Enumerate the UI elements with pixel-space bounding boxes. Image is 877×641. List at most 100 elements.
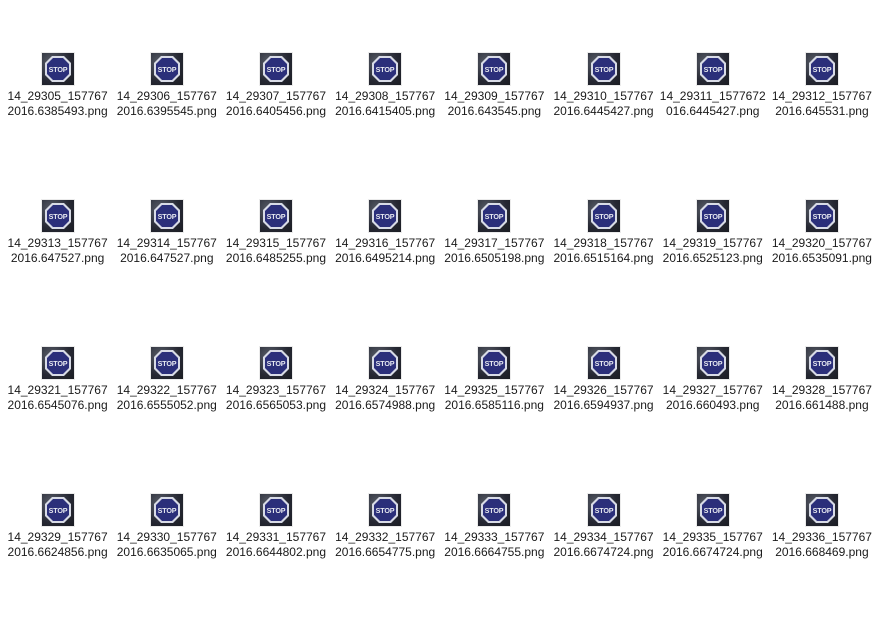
file-name-label: 14_29324_1577672016.6574988.png [335, 383, 436, 412]
file-name-label: 14_29314_1577672016.647527.png [116, 236, 217, 265]
stop-sign-thumbnail-icon[interactable]: STOP [369, 200, 402, 232]
file-name-label: 14_29316_1577672016.6495214.png [335, 236, 436, 265]
stop-sign-thumbnail-icon[interactable]: STOP [150, 53, 183, 85]
file-item[interactable]: STOP 14_29305_1577672016.6385493.png [3, 53, 112, 200]
svg-text:STOP: STOP [485, 359, 504, 368]
svg-text:STOP: STOP [703, 359, 722, 368]
stop-sign-thumbnail-icon[interactable]: STOP [805, 53, 838, 85]
file-name-label: 14_29319_1577672016.6525123.png [662, 236, 763, 265]
stop-sign-thumbnail-icon[interactable]: STOP [150, 347, 183, 379]
stop-sign-thumbnail-icon[interactable]: STOP [369, 494, 402, 526]
file-item[interactable]: STOP 14_29329_1577672016.6624856.png [3, 494, 112, 641]
stop-sign-thumbnail-icon[interactable]: STOP [587, 200, 620, 232]
file-item[interactable]: STOP 14_29336_1577672016.668469.png [767, 494, 876, 641]
stop-sign-thumbnail-icon[interactable]: STOP [369, 347, 402, 379]
file-item[interactable]: STOP 14_29317_1577672016.6505198.png [440, 200, 549, 347]
stop-sign-thumbnail-icon[interactable]: STOP [805, 347, 838, 379]
stop-sign-thumbnail-icon[interactable]: STOP [259, 200, 292, 232]
stop-sign-thumbnail-icon[interactable]: STOP [41, 53, 74, 85]
svg-text:STOP: STOP [485, 506, 504, 515]
file-name-label: 14_29310_1577672016.6445427.png [553, 89, 654, 118]
file-item[interactable]: STOP 14_29312_1577672016.645531.png [767, 53, 876, 200]
file-item[interactable]: STOP 14_29323_1577672016.6565053.png [221, 347, 330, 494]
stop-sign-thumbnail-icon[interactable]: STOP [696, 200, 729, 232]
stop-sign-thumbnail-icon[interactable]: STOP [150, 494, 183, 526]
file-item[interactable]: STOP 14_29315_1577672016.6485255.png [221, 200, 330, 347]
stop-sign-thumbnail-icon[interactable]: STOP [478, 494, 511, 526]
file-item[interactable]: STOP 14_29311_1577672016.6445427.png [658, 53, 767, 200]
file-item[interactable]: STOP 14_29319_1577672016.6525123.png [658, 200, 767, 347]
svg-text:STOP: STOP [594, 65, 613, 74]
file-item[interactable]: STOP 14_29309_1577672016.643545.png [440, 53, 549, 200]
stop-sign-thumbnail-icon[interactable]: STOP [259, 53, 292, 85]
stop-sign-thumbnail-icon[interactable]: STOP [41, 347, 74, 379]
stop-sign-thumbnail-icon[interactable]: STOP [478, 347, 511, 379]
file-name-label: 14_29305_1577672016.6385493.png [7, 89, 108, 118]
stop-sign-thumbnail-icon[interactable]: STOP [478, 200, 511, 232]
file-item[interactable]: STOP 14_29326_1577672016.6594937.png [549, 347, 658, 494]
file-name-label: 14_29336_1577672016.668469.png [771, 530, 872, 559]
svg-text:STOP: STOP [267, 65, 286, 74]
stop-sign-thumbnail-icon[interactable]: STOP [478, 53, 511, 85]
svg-text:STOP: STOP [48, 65, 67, 74]
svg-text:STOP: STOP [594, 506, 613, 515]
file-item[interactable]: STOP 14_29334_1577672016.6674724.png [549, 494, 658, 641]
file-name-label: 14_29326_1577672016.6594937.png [553, 383, 654, 412]
stop-sign-thumbnail-icon[interactable]: STOP [805, 494, 838, 526]
file-item[interactable]: STOP 14_29308_1577672016.6415405.png [331, 53, 440, 200]
svg-text:STOP: STOP [48, 212, 67, 221]
file-item[interactable]: STOP 14_29322_1577672016.6555052.png [112, 347, 221, 494]
file-item[interactable]: STOP 14_29307_1577672016.6405456.png [221, 53, 330, 200]
file-item[interactable]: STOP 14_29314_1577672016.647527.png [112, 200, 221, 347]
file-name-label: 14_29333_1577672016.6664755.png [444, 530, 545, 559]
file-name-label: 14_29311_1577672016.6445427.png [659, 89, 766, 118]
file-name-label: 14_29308_1577672016.6415405.png [335, 89, 436, 118]
file-name-label: 14_29322_1577672016.6555052.png [116, 383, 217, 412]
svg-text:STOP: STOP [703, 506, 722, 515]
file-item[interactable]: STOP 14_29325_1577672016.6585116.png [440, 347, 549, 494]
file-item[interactable]: STOP 14_29328_1577672016.661488.png [767, 347, 876, 494]
file-item[interactable]: STOP 14_29324_1577672016.6574988.png [331, 347, 440, 494]
stop-sign-thumbnail-icon[interactable]: STOP [696, 53, 729, 85]
svg-text:STOP: STOP [267, 359, 286, 368]
file-item[interactable]: STOP 14_29327_1577672016.660493.png [658, 347, 767, 494]
file-item[interactable]: STOP 14_29310_1577672016.6445427.png [549, 53, 658, 200]
file-item[interactable]: STOP 14_29331_1577672016.6644802.png [221, 494, 330, 641]
svg-text:STOP: STOP [703, 65, 722, 74]
file-item[interactable]: STOP 14_29313_1577672016.647527.png [3, 200, 112, 347]
file-item[interactable]: STOP 14_29332_1577672016.6654775.png [331, 494, 440, 641]
stop-sign-thumbnail-icon[interactable]: STOP [41, 494, 74, 526]
svg-text:STOP: STOP [594, 359, 613, 368]
svg-text:STOP: STOP [376, 212, 395, 221]
file-name-label: 14_29317_1577672016.6505198.png [444, 236, 545, 265]
stop-sign-thumbnail-icon[interactable]: STOP [150, 200, 183, 232]
file-name-label: 14_29306_1577672016.6395545.png [116, 89, 217, 118]
stop-sign-thumbnail-icon[interactable]: STOP [369, 53, 402, 85]
file-item[interactable]: STOP 14_29320_1577672016.6535091.png [767, 200, 876, 347]
file-name-label: 14_29328_1577672016.661488.png [771, 383, 872, 412]
file-name-label: 14_29318_1577672016.6515164.png [553, 236, 654, 265]
svg-text:STOP: STOP [813, 65, 832, 74]
file-item[interactable]: STOP 14_29306_1577672016.6395545.png [112, 53, 221, 200]
file-item[interactable]: STOP 14_29321_1577672016.6545076.png [3, 347, 112, 494]
svg-text:STOP: STOP [813, 506, 832, 515]
stop-sign-thumbnail-icon[interactable]: STOP [41, 200, 74, 232]
svg-text:STOP: STOP [703, 212, 722, 221]
file-item[interactable]: STOP 14_29316_1577672016.6495214.png [331, 200, 440, 347]
file-grid: STOP 14_29305_1577672016.6385493.png STO… [3, 53, 877, 641]
file-item[interactable]: STOP 14_29330_1577672016.6635065.png [112, 494, 221, 641]
stop-sign-thumbnail-icon[interactable]: STOP [805, 200, 838, 232]
file-item[interactable]: STOP 14_29333_1577672016.6664755.png [440, 494, 549, 641]
stop-sign-thumbnail-icon[interactable]: STOP [587, 494, 620, 526]
svg-text:STOP: STOP [48, 506, 67, 515]
stop-sign-thumbnail-icon[interactable]: STOP [696, 347, 729, 379]
stop-sign-thumbnail-icon[interactable]: STOP [587, 347, 620, 379]
stop-sign-thumbnail-icon[interactable]: STOP [587, 53, 620, 85]
file-name-label: 14_29307_1577672016.6405456.png [225, 89, 327, 118]
svg-text:STOP: STOP [376, 65, 395, 74]
file-item[interactable]: STOP 14_29335_1577672016.6674724.png [658, 494, 767, 641]
stop-sign-thumbnail-icon[interactable]: STOP [259, 494, 292, 526]
stop-sign-thumbnail-icon[interactable]: STOP [696, 494, 729, 526]
stop-sign-thumbnail-icon[interactable]: STOP [259, 347, 292, 379]
file-item[interactable]: STOP 14_29318_1577672016.6515164.png [549, 200, 658, 347]
